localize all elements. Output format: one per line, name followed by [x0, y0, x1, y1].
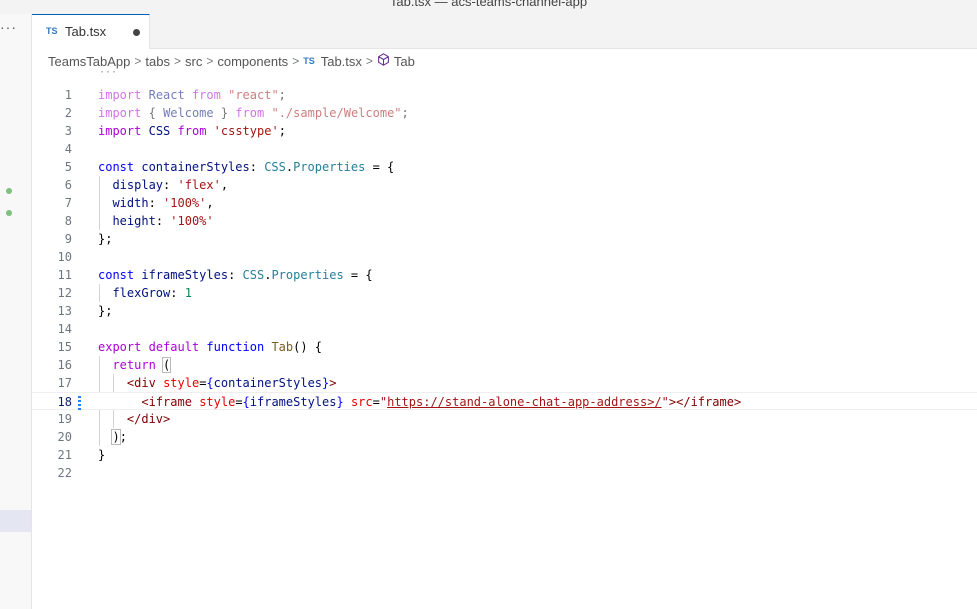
- code-line[interactable]: 11 const iframeStyles: CSS.Properties = …: [32, 266, 977, 284]
- line-number: 18: [57, 395, 72, 409]
- chevron-right-icon: >: [173, 54, 181, 68]
- folded-region-marker[interactable]: ···: [99, 67, 117, 78]
- code-text: <div style={containerStyles}>: [126, 376, 337, 390]
- code-line[interactable]: 22: [32, 464, 977, 482]
- code-text: </div>: [126, 412, 171, 426]
- breadcrumb-item-src[interactable]: src: [185, 54, 202, 69]
- symbol-cube-icon: [377, 53, 390, 69]
- line-number: 16: [57, 358, 72, 372]
- code-text: };: [98, 232, 113, 246]
- line-number: 5: [64, 160, 72, 174]
- line-number: 2: [64, 106, 72, 120]
- code-line[interactable]: 12 flexGrow: 1: [32, 284, 977, 302]
- line-number: 9: [64, 232, 72, 246]
- typescript-file-icon: TS: [46, 26, 58, 36]
- code-editor[interactable]: 1 import React from "react"; 2 import { …: [32, 86, 977, 586]
- code-line[interactable]: 5 const containerStyles: CSS.Properties …: [32, 158, 977, 176]
- tab-tab-tsx[interactable]: TS Tab.tsx: [32, 14, 150, 49]
- code-line[interactable]: 3 import CSS from 'csstype';: [32, 122, 977, 140]
- code-line[interactable]: 15 export default function Tab() {: [32, 338, 977, 356]
- activity-sidebar: ···: [0, 14, 32, 609]
- breadcrumb-item-symbol[interactable]: Tab: [394, 54, 415, 69]
- line-number: 12: [57, 286, 72, 300]
- code-text: height: '100%': [112, 214, 214, 228]
- selected-item-highlight[interactable]: [0, 510, 31, 532]
- breadcrumb-item-file[interactable]: Tab.tsx: [321, 54, 362, 69]
- code-line[interactable]: 7 width: '100%',: [32, 194, 977, 212]
- typescript-file-icon: TS: [303, 56, 315, 66]
- line-number: 17: [57, 376, 72, 390]
- code-text: flexGrow: 1: [112, 286, 192, 300]
- line-number: 7: [64, 196, 72, 210]
- code-text: }: [98, 448, 106, 462]
- tab-label: Tab.tsx: [65, 24, 107, 39]
- code-text: width: '100%',: [112, 196, 214, 210]
- line-number: 15: [57, 340, 72, 354]
- code-line[interactable]: 1 import React from "react";: [32, 86, 977, 104]
- code-text: const iframeStyles: CSS.Properties = {: [98, 268, 373, 282]
- line-number: 19: [57, 412, 72, 426]
- line-number: 6: [64, 178, 72, 192]
- window-title: Tab.tsx — acs-teams-channel-app: [389, 0, 588, 9]
- code-line[interactable]: 6 display: 'flex',: [32, 176, 977, 194]
- breadcrumb-item-tabs[interactable]: tabs: [145, 54, 170, 69]
- line-number: 3: [64, 124, 72, 138]
- code-text: <iframe style={iframeStyles} src="https:…: [141, 395, 742, 409]
- code-text: export default function Tab() {: [98, 340, 323, 354]
- code-line-current[interactable]: 18 <iframe style={iframeStyles} src="htt…: [32, 392, 977, 410]
- chevron-right-icon: >: [365, 54, 373, 68]
- line-number: 8: [64, 214, 72, 228]
- line-number: 1: [64, 88, 72, 102]
- code-line[interactable]: 21 }: [32, 446, 977, 464]
- line-number: 10: [57, 250, 72, 264]
- code-line[interactable]: 4: [32, 140, 977, 158]
- code-line[interactable]: 2 import { Welcome } from "./sample/Welc…: [32, 104, 977, 122]
- code-text: import React from "react";: [98, 88, 286, 102]
- code-text: };: [98, 304, 113, 318]
- line-number: 4: [64, 142, 72, 156]
- url-link[interactable]: https://stand-alone-chat-app-address>/: [387, 395, 662, 409]
- code-text: return (: [112, 357, 172, 373]
- window-titlebar: Tab.tsx — acs-teams-channel-app: [0, 0, 977, 14]
- breadcrumb-item-teamstabapp[interactable]: TeamsTabApp: [48, 54, 130, 69]
- change-indicator-dot: [6, 210, 12, 216]
- code-text: import { Welcome } from "./sample/Welcom…: [98, 106, 409, 120]
- line-number: 21: [57, 448, 72, 462]
- line-number: 22: [57, 466, 72, 480]
- change-indicator-dot: [6, 188, 12, 194]
- breadcrumb-item-components[interactable]: components: [217, 54, 288, 69]
- code-text: );: [111, 429, 127, 445]
- code-line[interactable]: 20 );: [32, 428, 977, 446]
- chevron-right-icon: >: [134, 54, 142, 68]
- code-line[interactable]: 19 </div>: [32, 410, 977, 428]
- code-line[interactable]: 16 return (: [32, 356, 977, 374]
- chevron-right-icon: >: [292, 54, 300, 68]
- code-line[interactable]: 9 };: [32, 230, 977, 248]
- editor-tab-bar: TS Tab.tsx: [32, 14, 977, 49]
- line-number: 11: [57, 268, 72, 282]
- code-line[interactable]: 14: [32, 320, 977, 338]
- chevron-right-icon: >: [206, 54, 214, 68]
- line-number: 14: [57, 322, 72, 336]
- more-actions-icon[interactable]: ···: [0, 19, 17, 35]
- code-line[interactable]: 17 <div style={containerStyles}>: [32, 374, 977, 392]
- code-text: import CSS from 'csstype';: [98, 124, 286, 138]
- code-text: display: 'flex',: [112, 178, 229, 192]
- unsaved-changes-dot-icon[interactable]: [133, 29, 140, 36]
- code-text: const containerStyles: CSS.Properties = …: [98, 160, 395, 174]
- code-line[interactable]: 10: [32, 248, 977, 266]
- modified-line-marker: [78, 394, 81, 410]
- line-number: 13: [57, 304, 72, 318]
- code-line[interactable]: 13 };: [32, 302, 977, 320]
- line-number: 20: [57, 430, 72, 444]
- code-line[interactable]: 8 height: '100%': [32, 212, 977, 230]
